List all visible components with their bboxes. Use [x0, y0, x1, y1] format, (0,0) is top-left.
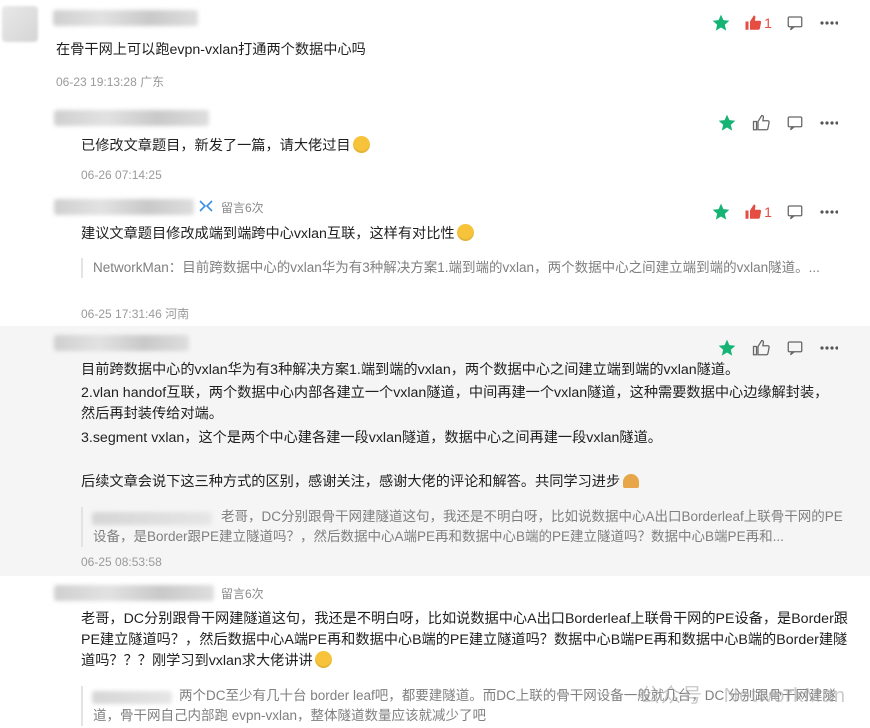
comment-text: 建议文章题目修改成端到端跨中心vxlan互联，这样有对比性: [81, 224, 851, 245]
thumbs-up-icon: [752, 114, 770, 131]
username[interactable]: [54, 199, 194, 215]
comment-meta: 06-26 07:14:25: [81, 168, 162, 182]
comment-text: 已修改文章题目，新发了一篇，请大佬过目: [81, 136, 851, 157]
quoted-comment[interactable]: NetworkMan：目前跨数据中心的vxlan华为有3种解决方案1.端到端的v…: [81, 258, 833, 278]
star-button[interactable]: [710, 337, 744, 359]
like-count: 1: [764, 204, 772, 220]
reply-button[interactable]: [778, 201, 812, 223]
comment-text-content: 已修改文章题目，新发了一篇，请大佬过目: [81, 138, 351, 154]
more-button[interactable]: [812, 12, 846, 34]
comment-actions: 1: [704, 201, 846, 223]
reply-button[interactable]: [778, 112, 812, 134]
star-button[interactable]: [704, 12, 738, 34]
like-button[interactable]: [744, 112, 778, 134]
comment-icon: [787, 205, 803, 220]
comment-item: 已修改文章题目，新发了一篇，请大佬过目 06-26 07:14:25: [0, 98, 870, 190]
comment-icon: [787, 16, 803, 31]
comment-text: 老哥，DC分别跟骨干网建隧道这句，我还是不明白呀，比如说数据中心A出口Borde…: [81, 609, 851, 672]
comment-actions: [710, 112, 846, 134]
star-icon: [712, 14, 730, 31]
comment-text: 在骨干网上可以跑evpn-vxlan打通两个数据中心吗: [56, 42, 366, 58]
comment-text-content: 后续文章会说下这三种方式的区别，感谢关注，感谢大佬的评论和解答。共同学习进步: [81, 474, 621, 490]
comment-meta: 06-23 19:13:28 广东: [56, 75, 165, 89]
more-dots-icon: [820, 21, 838, 25]
star-button[interactable]: [704, 201, 738, 223]
comment-text-content: 老哥，DC分别跟骨干网建隧道这句，我还是不明白呀，比如说数据中心A出口Borde…: [81, 611, 848, 669]
comment-item: 留言6次 1 建议文章题目修改成端到端跨中心vxlan互联，这样有对比性 Net…: [0, 190, 870, 326]
more-button[interactable]: [812, 337, 846, 359]
more-dots-icon: [820, 210, 838, 214]
thinking-emoji-icon: [352, 136, 370, 153]
avatar[interactable]: [2, 6, 38, 42]
praying-hands-icon: [623, 474, 640, 488]
thumbs-up-icon: [752, 339, 770, 356]
reply-button[interactable]: [778, 337, 812, 359]
like-button[interactable]: [744, 337, 778, 359]
username[interactable]: [54, 110, 209, 126]
star-button[interactable]: [710, 112, 744, 134]
username[interactable]: [54, 585, 214, 601]
comment-icon: [787, 116, 803, 131]
comment-text-line: 然后再封装传给对端。: [81, 406, 223, 422]
comment-text-line: 2.vlan handof互联，两个数据中心内部各建立一个vxlan隧道，中间再…: [81, 385, 829, 401]
comment-actions: 1: [704, 12, 846, 34]
comment-count-tag: 留言6次: [221, 201, 264, 215]
comment-text-line: 目前跨数据中心的vxlan华为有3种解决方案1.端到端的vxlan，两个数据中心…: [81, 362, 740, 378]
comment-meta: 06-25 08:53:58: [81, 555, 162, 569]
star-icon: [712, 203, 730, 220]
star-icon: [718, 114, 736, 131]
comment-text-line: 3.segment vxlan，这个是两个中心建各建一段vxlan隧道，数据中心…: [81, 430, 662, 446]
star-icon: [718, 339, 736, 356]
comment-actions: [710, 337, 846, 359]
more-dots-icon: [820, 121, 838, 125]
laughing-emoji-icon: [314, 651, 332, 668]
username[interactable]: [54, 335, 189, 351]
like-button[interactable]: 1: [738, 12, 778, 34]
watermark: 公众号 · NetworkMan: [639, 685, 846, 707]
comment-item: 目前跨数据中心的vxlan华为有3种解决方案1.端到端的vxlan，两个数据中心…: [0, 326, 870, 576]
reply-button[interactable]: [778, 12, 812, 34]
comment-text-line: 后续文章会说下这三种方式的区别，感谢关注，感谢大佬的评论和解答。共同学习进步: [81, 472, 851, 493]
comment-item: 1 在骨干网上可以跑evpn-vxlan打通两个数据中心吗 06-23 19:1…: [0, 0, 870, 98]
like-button[interactable]: 1: [738, 201, 778, 223]
more-dots-icon: [820, 346, 838, 350]
more-button[interactable]: [812, 201, 846, 223]
laughing-emoji-icon: [456, 224, 474, 241]
username[interactable]: [53, 10, 198, 26]
thumbs-up-icon: [745, 204, 762, 219]
comment-icon: [787, 341, 803, 356]
badge-icon: [199, 200, 213, 212]
like-count: 1: [764, 15, 772, 31]
comment-text-content: 建议文章题目修改成端到端跨中心vxlan互联，这样有对比性: [81, 226, 455, 242]
quoted-comment-text: 老哥，DC分别跟骨干网建隧道这句，我还是不明白呀，比如说数据中心A出口Borde…: [93, 509, 843, 544]
comment-meta: 06-25 17:31:46 河南: [81, 307, 190, 321]
more-button[interactable]: [812, 112, 846, 134]
quoted-comment[interactable]: 老哥，DC分别跟骨干网建隧道这句，我还是不明白呀，比如说数据中心A出口Borde…: [81, 507, 853, 547]
thumbs-up-icon: [745, 15, 762, 30]
comment-count-tag: 留言6次: [221, 587, 264, 601]
